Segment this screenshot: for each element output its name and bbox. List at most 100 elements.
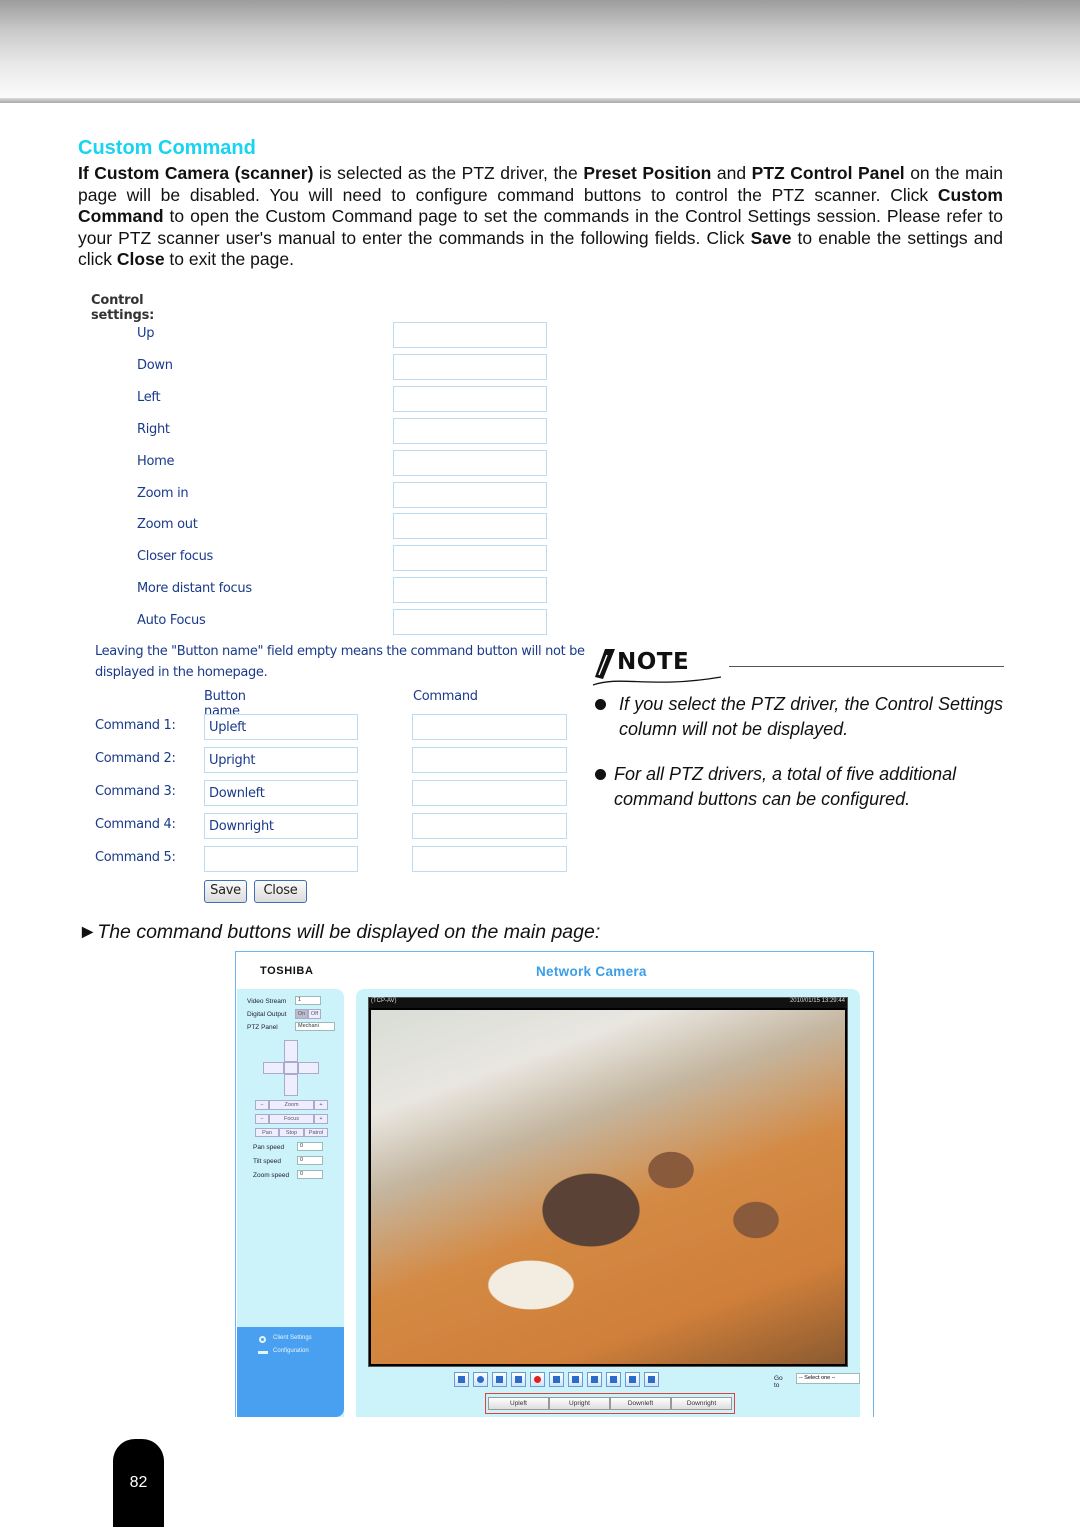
note-bullet: If you select the PTZ driver, the Contro… (595, 692, 1003, 742)
bullet-dot-icon (595, 769, 606, 780)
tilt-speed-select[interactable]: 0 (297, 1156, 323, 1165)
preset-goto-select[interactable]: -- Select one -- (796, 1373, 860, 1384)
command-input[interactable] (412, 714, 567, 740)
control-setting-input[interactable] (393, 353, 547, 380)
button-name-input[interactable]: Downleft (204, 780, 358, 807)
control-setting-input[interactable] (393, 609, 547, 636)
patrol-button[interactable]: Patrol (304, 1128, 328, 1137)
button-name-input[interactable]: Upleft (204, 714, 358, 740)
button-name-input[interactable]: Downright (204, 813, 358, 840)
custom-command-buttons-highlight: Upleft Upright Downleft Downright (485, 1393, 735, 1414)
column-header-command: Command (413, 689, 478, 704)
pan-button[interactable]: Pan (255, 1128, 279, 1137)
intro-emphasis: Close (116, 249, 165, 270)
control-setting-input[interactable] (393, 577, 547, 604)
camera-sidebar: Video Stream 1 Digital Output On Off PTZ… (237, 989, 344, 1417)
sidebar-links: Client Settings Configuration (237, 1327, 344, 1417)
living-room-video-image (371, 1010, 845, 1364)
command-input[interactable] (412, 813, 567, 840)
video-protocol-label: (TCP-AV) (371, 998, 397, 1004)
ptz-panel-select[interactable]: Mechani (295, 1022, 335, 1031)
control-setting-input[interactable] (393, 417, 547, 444)
command-label: Command 5: (95, 850, 176, 866)
control-setting-row: Down (137, 353, 549, 380)
pan-speed-select[interactable]: 0 (297, 1142, 323, 1151)
goto-label: Go to (774, 1375, 783, 1389)
command-button[interactable]: Upright (549, 1397, 610, 1410)
fullscreen-icon[interactable] (644, 1372, 659, 1387)
speaker-icon[interactable] (606, 1372, 621, 1387)
zoom-speed-select[interactable]: 0 (297, 1170, 323, 1179)
client-settings-link[interactable]: Client Settings (273, 1335, 312, 1341)
talk-icon[interactable] (587, 1372, 602, 1387)
control-setting-row: Auto Focus (137, 609, 549, 636)
gear-icon (259, 1336, 266, 1343)
note-title: NOTE (617, 649, 690, 675)
control-setting-label: Closer focus (137, 549, 213, 565)
pause-icon[interactable] (492, 1372, 507, 1387)
page-number-tab: 82 (113, 1439, 164, 1527)
command-button[interactable]: Downright (671, 1397, 732, 1410)
pan-up-button[interactable] (284, 1040, 298, 1062)
control-setting-label: Home (137, 453, 175, 469)
zoom-in-button[interactable]: + (314, 1100, 328, 1110)
control-setting-row: Right (137, 417, 549, 444)
button-name-input[interactable]: Upright (204, 747, 358, 774)
close-button[interactable]: Close (254, 880, 307, 903)
control-setting-label: Zoom in (137, 485, 189, 501)
video-viewer[interactable]: (TCP-AV) 2010/01/15 13:29:44 (368, 997, 848, 1367)
control-setting-input[interactable] (393, 449, 547, 476)
figure-caption: ►The command buttons will be displayed o… (78, 921, 601, 943)
focus-near-button[interactable]: − (255, 1114, 269, 1124)
page-number: 82 (129, 1474, 148, 1491)
command-input[interactable] (412, 780, 567, 807)
pan-down-button[interactable] (284, 1074, 298, 1096)
intro-text: is selected as the PTZ driver, the (313, 163, 584, 183)
control-setting-input[interactable] (393, 322, 547, 348)
control-setting-input[interactable] (393, 385, 547, 412)
pan-right-button[interactable] (298, 1062, 319, 1074)
home-button[interactable] (284, 1062, 298, 1074)
ptz-panel-label: PTZ Panel (247, 1024, 278, 1031)
control-setting-input[interactable] (393, 545, 547, 572)
command-input[interactable] (412, 846, 567, 873)
control-setting-label: Left (137, 389, 161, 405)
video-stream-select[interactable]: 1 (295, 996, 321, 1005)
snapshot-icon[interactable] (454, 1372, 469, 1387)
intro-text: and (711, 163, 752, 183)
focus-far-button[interactable]: + (314, 1114, 328, 1124)
control-setting-label: Auto Focus (137, 613, 206, 629)
command-label: Command 4: (95, 817, 176, 833)
save-button[interactable]: Save (204, 880, 247, 903)
stop-icon[interactable] (511, 1372, 526, 1387)
digital-output-on-button[interactable]: On (295, 1009, 308, 1019)
video-stream-label: Video Stream (247, 998, 287, 1005)
control-setting-row: Left (137, 385, 549, 412)
digital-output-off-button[interactable]: Off (308, 1009, 321, 1019)
pan-left-button[interactable] (263, 1062, 284, 1074)
control-setting-input[interactable] (393, 481, 547, 508)
control-setting-input[interactable] (393, 513, 547, 540)
digital-zoom-icon[interactable] (473, 1372, 488, 1387)
command-input[interactable] (412, 747, 567, 774)
zoom-out-button[interactable]: − (255, 1100, 269, 1110)
microphone-icon[interactable] (625, 1372, 640, 1387)
configuration-link[interactable]: Configuration (273, 1348, 309, 1354)
command-button[interactable]: Downleft (610, 1397, 671, 1410)
volume-icon[interactable] (549, 1372, 564, 1387)
note-header: NOTE (591, 645, 1006, 686)
control-settings-title: Control settings: (91, 293, 155, 323)
stop-button[interactable]: Stop (279, 1128, 304, 1137)
intro-paragraph: If Custom Camera (scanner) is selected a… (78, 163, 1003, 271)
control-setting-row: Closer focus (137, 545, 549, 572)
section-title: Custom Command (78, 137, 256, 159)
command-label: Command 2: (95, 751, 176, 767)
mute-icon[interactable] (568, 1372, 583, 1387)
command-button[interactable]: Upleft (488, 1397, 549, 1410)
control-setting-row: Zoom out (137, 513, 549, 540)
button-name-input[interactable] (204, 846, 358, 873)
wrench-icon (258, 1351, 268, 1354)
record-icon[interactable] (530, 1372, 545, 1387)
camera-main-area: (TCP-AV) 2010/01/15 13:29:44 Go to -- Se… (356, 989, 860, 1417)
focus-label: Focus (269, 1114, 314, 1124)
